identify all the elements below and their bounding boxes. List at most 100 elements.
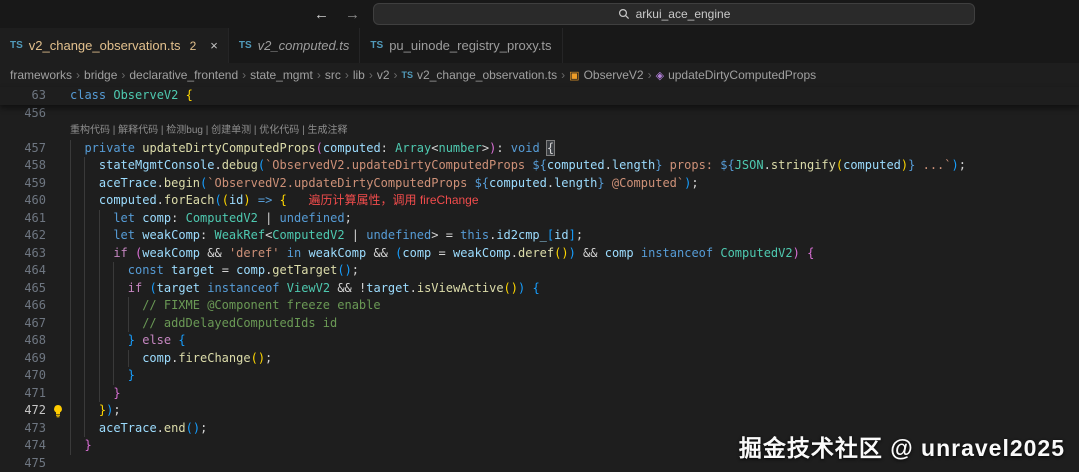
code-editor[interactable]: 63 class ObserveV2 { 456 重构代码 | 解释代码 | 检测b… [0,87,1079,472]
token: ) [951,158,959,172]
method-icon: ◈ [655,69,665,82]
code-line-462[interactable]: 462 let weakComp: WeakRef<ComputedV2 | u… [0,227,1079,245]
code-line-468[interactable]: 468 } else { [0,332,1079,350]
codelens-actions[interactable]: 重构代码 | 解释代码 | 检测bug | 创建单测 | 优化代码 | 生成注释 [70,122,1079,140]
line-number[interactable]: 467 [0,315,46,333]
token: . [409,280,417,295]
breadcrumb-separator: › [368,68,373,82]
line-number[interactable]: 459 [0,175,46,193]
code-line-469[interactable]: 469 comp.fireChange(); [0,350,1079,368]
breadcrumb-item-declarative_frontend[interactable]: declarative_frontend [129,68,238,82]
line-number[interactable]: 464 [0,262,46,280]
code-line-465[interactable]: 465 if (target instanceof ViewV2 && !tar… [0,280,1079,298]
code-line-472[interactable]: 472 }); [0,402,1079,420]
line-number[interactable]: 456 [0,105,46,123]
code-line-463[interactable]: 463 if (weakComp && 'deref' in weakComp … [0,245,1079,263]
breadcrumb-item-updateDirtyComputedProps[interactable]: ◈ updateDirtyComputedProps [656,68,817,82]
breadcrumb-item-src[interactable]: src [325,68,341,82]
token: ; [691,175,699,190]
line-number[interactable]: 463 [0,245,46,263]
tab-v2_computed.ts[interactable]: TS v2_computed.ts [229,28,361,63]
line-number[interactable]: 474 [0,437,46,455]
breadcrumb-item-v2_change_observation.ts[interactable]: TS v2_change_observation.ts [402,68,558,82]
line-number[interactable]: 473 [0,420,46,438]
line-number[interactable]: 460 [0,192,46,210]
token: // FIXME @Component freeze enable [142,298,381,312]
code-line-470[interactable]: 470 } [0,367,1079,385]
line-number[interactable]: 471 [0,385,46,403]
token: comp [236,263,266,277]
breadcrumb-item-v2[interactable]: v2 [377,68,390,82]
token: && [330,280,360,295]
code-line-466[interactable]: 466 // FIXME @Component freeze enable [0,297,1079,315]
line-number[interactable]: 468 [0,332,46,350]
indent-guide [84,280,98,298]
indent-guide [84,210,98,228]
breadcrumb-label: ObserveV2 [583,68,644,82]
token: weakComp [308,245,367,260]
back-arrow-icon[interactable]: ← [314,6,329,23]
indent-guide [84,245,98,263]
tab-v2_change_observation.ts[interactable]: TS v2_change_observation.ts 2 × [0,28,229,63]
close-icon[interactable]: × [210,38,218,53]
ts-file-icon: TS [370,40,384,51]
line-number[interactable]: 458 [0,157,46,175]
code-line-471[interactable]: 471 } [0,385,1079,403]
breadcrumb-item-lib[interactable]: lib [353,68,365,82]
token: ObserveV2 [113,88,179,102]
token: fireChange [178,350,251,365]
breadcrumb-label: state_mgmt [250,68,313,82]
indent-guide [99,262,113,280]
code-line-lens[interactable]: 重构代码 | 解释代码 | 检测bug | 创建单测 | 优化代码 | 生成注释 [0,122,1079,140]
breadcrumb-separator: › [76,68,81,82]
code-line-461[interactable]: 461 let comp: ComputedV2 | undefined; [0,210,1079,228]
token: ( [315,140,323,155]
tab-bar: TS v2_change_observation.ts 2 × TS v2_compute… [0,28,1079,63]
code-line-63[interactable]: 63 class ObserveV2 { [0,87,1079,105]
indent-guide [113,262,127,280]
line-number[interactable]: 63 [0,87,46,105]
line-number[interactable]: 469 [0,350,46,368]
line-number[interactable]: 466 [0,297,46,315]
tab-pu_uinode_registry_proxy.ts[interactable]: TS pu_uinode_registry_proxy.ts [360,28,563,63]
code-line-467[interactable]: 467 // addDelayedComputedIds id [0,315,1079,333]
code-line-460[interactable]: 460 computed.forEach((id) => { 遍历计算属性，调用… [0,192,1079,210]
breadcrumb-item-ObserveV2[interactable]: ▣ ObserveV2 [569,68,643,82]
token: ( [214,193,222,207]
token: Array [395,140,432,155]
code-line-464[interactable]: 464 const target = comp.getTarget(); [0,262,1079,280]
indent-guide [84,192,98,210]
line-number[interactable]: 461 [0,210,46,228]
line-number[interactable]: 472 [0,402,46,420]
line-number[interactable]: 470 [0,367,46,385]
line-number[interactable]: 465 [0,280,46,298]
breadcrumb-item-bridge[interactable]: bridge [84,68,117,82]
line-number[interactable]: 462 [0,227,46,245]
indent-guide [70,367,84,385]
lightbulb-icon[interactable] [46,402,70,420]
breadcrumb-separator: › [344,68,349,82]
indent-guide [70,332,84,350]
forward-arrow-icon[interactable]: → [345,6,360,23]
code-text: comp.fireChange(); [70,350,1079,368]
glyph-margin [46,297,70,315]
code-line-456[interactable]: 456 [0,105,1079,123]
command-center-search[interactable]: arkui_ace_engine [373,3,975,25]
indent-guide [84,420,98,438]
search-icon [618,8,629,20]
code-line-457[interactable]: 457 private updateDirtyComputedProps(com… [0,139,1079,158]
indent-guide [84,175,98,193]
sticky-scroll-line[interactable]: 63 class ObserveV2 { [0,87,1079,105]
token: instanceof [207,280,280,295]
line-number[interactable] [0,122,46,140]
indent-guide [99,297,113,315]
code-lines[interactable]: 456 重构代码 | 解释代码 | 检测bug | 创建单测 | 优化代码 | 生… [0,105,1079,472]
breadcrumb-item-state_mgmt[interactable]: state_mgmt [250,68,313,82]
line-number[interactable]: 457 [0,140,46,158]
line-number[interactable]: 475 [0,455,46,472]
breadcrumb-item-frameworks[interactable]: frameworks [10,68,72,82]
code-line-459[interactable]: 459 aceTrace.begin(`ObservedV2.updateDir… [0,175,1079,193]
indent-guide [70,437,84,455]
code-line-458[interactable]: 458 stateMgmtConsole.debug(`ObservedV2.u… [0,157,1079,175]
